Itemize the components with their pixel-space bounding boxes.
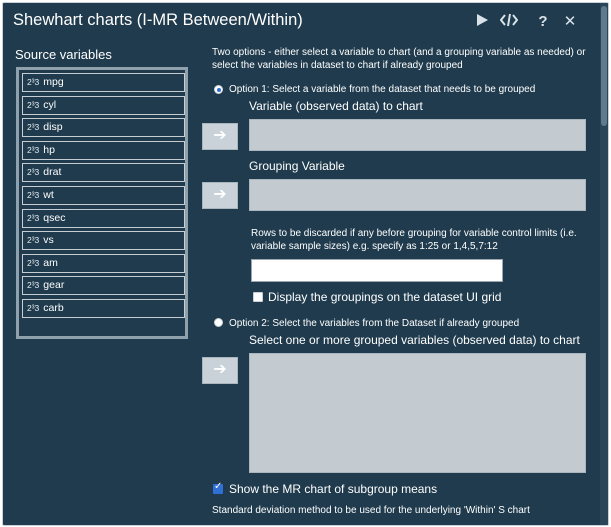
source-variable-label: wt <box>43 189 54 201</box>
dialog-title: Shewhart charts (I-MR Between/Within) <box>13 11 303 29</box>
source-variable-label: mpg <box>43 76 64 88</box>
numeric-type-icon: 2³3 <box>27 167 40 178</box>
grouping-variable-target[interactable] <box>249 179 586 211</box>
run-icon[interactable] <box>473 13 491 31</box>
source-variable-item[interactable]: 2³3 drat <box>22 163 185 183</box>
source-variable-label: am <box>43 256 58 269</box>
rows-discard-label-line-2: variable sample sizes) e.g. specify as 1… <box>251 241 498 252</box>
help-icon[interactable]: ? <box>534 13 552 31</box>
source-variable-label: qsec <box>43 211 66 224</box>
close-icon[interactable]: ✕ <box>561 13 579 31</box>
dialog-scrollbar[interactable] <box>600 3 608 525</box>
variable-to-chart-target[interactable] <box>249 119 586 151</box>
numeric-type-icon: 2³3 <box>27 122 40 133</box>
grouping-variable-label: Grouping Variable <box>249 159 345 173</box>
dialog: Shewhart charts (I-MR Between/Within) ? … <box>2 2 609 526</box>
code-icon[interactable] <box>499 13 519 31</box>
rows-discard-input[interactable] <box>251 259 503 282</box>
grouped-variables-label: Select one or more grouped variables (ob… <box>249 333 580 347</box>
option1-radio[interactable] <box>214 85 223 94</box>
numeric-type-icon: 2³3 <box>27 99 40 110</box>
rows-discard-label-line-1: Rows to be discarded if any before group… <box>251 228 577 239</box>
option2-radio[interactable] <box>214 318 223 327</box>
option2-label: Option 2: Select the variables from the … <box>229 318 520 329</box>
title-bar: Shewhart charts (I-MR Between/Within) ? … <box>3 3 608 41</box>
mr-chart-label: Show the MR chart of subgroup means <box>229 482 438 496</box>
display-groupings-label: Display the groupings on the dataset UI … <box>268 290 502 304</box>
move-to-grouped-button[interactable]: ➔ <box>202 357 238 384</box>
instructions-line-2: select the variables in dataset to chart… <box>212 60 463 71</box>
source-variable-item[interactable]: 2³3 vs <box>22 231 185 251</box>
source-variables-list[interactable]: 2³3 mpg 2³3 cyl 2³3 disp 2³3 hp 2³3 drat 2³3 wt 2³3 q… <box>16 67 188 339</box>
source-variable-label: carb <box>43 302 64 314</box>
grouped-variables-target[interactable] <box>249 353 586 473</box>
source-variable-item[interactable]: 2³3 cyl <box>22 95 185 115</box>
source-variable-label: gear <box>43 279 65 292</box>
source-variable-label: hp <box>43 143 55 156</box>
source-variable-item[interactable]: 2³3 hp <box>22 140 185 160</box>
source-variable-label: disp <box>43 121 63 134</box>
display-groupings-checkbox[interactable] <box>253 292 263 302</box>
source-variables-heading: Source variables <box>15 47 112 62</box>
numeric-type-icon: 2³3 <box>27 280 40 291</box>
source-variable-item[interactable]: 2³3 mpg <box>22 73 185 92</box>
source-variable-label: drat <box>43 166 62 179</box>
numeric-type-icon: 2³3 <box>27 144 40 155</box>
numeric-type-icon: 2³3 <box>27 257 40 268</box>
source-variable-item[interactable]: 2³3 gear <box>22 276 185 296</box>
source-variable-item[interactable]: 2³3 wt <box>22 186 185 205</box>
option1-label: Option 1: Select a variable from the dat… <box>229 84 536 95</box>
mr-chart-checkbox[interactable] <box>213 481 223 494</box>
instructions-line-1: Two options - either select a variable t… <box>212 47 586 58</box>
numeric-type-icon: 2³3 <box>27 190 40 200</box>
source-variable-item[interactable]: 2³3 qsec <box>22 208 185 228</box>
numeric-type-icon: 2³3 <box>27 235 40 246</box>
variable-to-chart-label: Variable (observed data) to chart <box>249 99 423 113</box>
move-to-grouping-button[interactable]: ➔ <box>202 182 238 209</box>
numeric-type-icon: 2³3 <box>27 303 40 313</box>
source-variable-item[interactable]: 2³3 disp <box>22 118 185 138</box>
source-variable-label: cyl <box>43 98 57 111</box>
move-to-variable-button[interactable]: ➔ <box>202 123 238 150</box>
source-variable-item[interactable]: 2³3 carb <box>22 299 185 318</box>
source-variable-label: vs <box>43 234 54 247</box>
source-variable-item[interactable]: 2³3 am <box>22 253 185 273</box>
sd-method-label: Standard deviation method to be used for… <box>212 505 530 516</box>
numeric-type-icon: 2³3 <box>27 212 40 223</box>
numeric-type-icon: 2³3 <box>27 77 40 87</box>
scrollbar-thumb[interactable] <box>601 6 607 126</box>
